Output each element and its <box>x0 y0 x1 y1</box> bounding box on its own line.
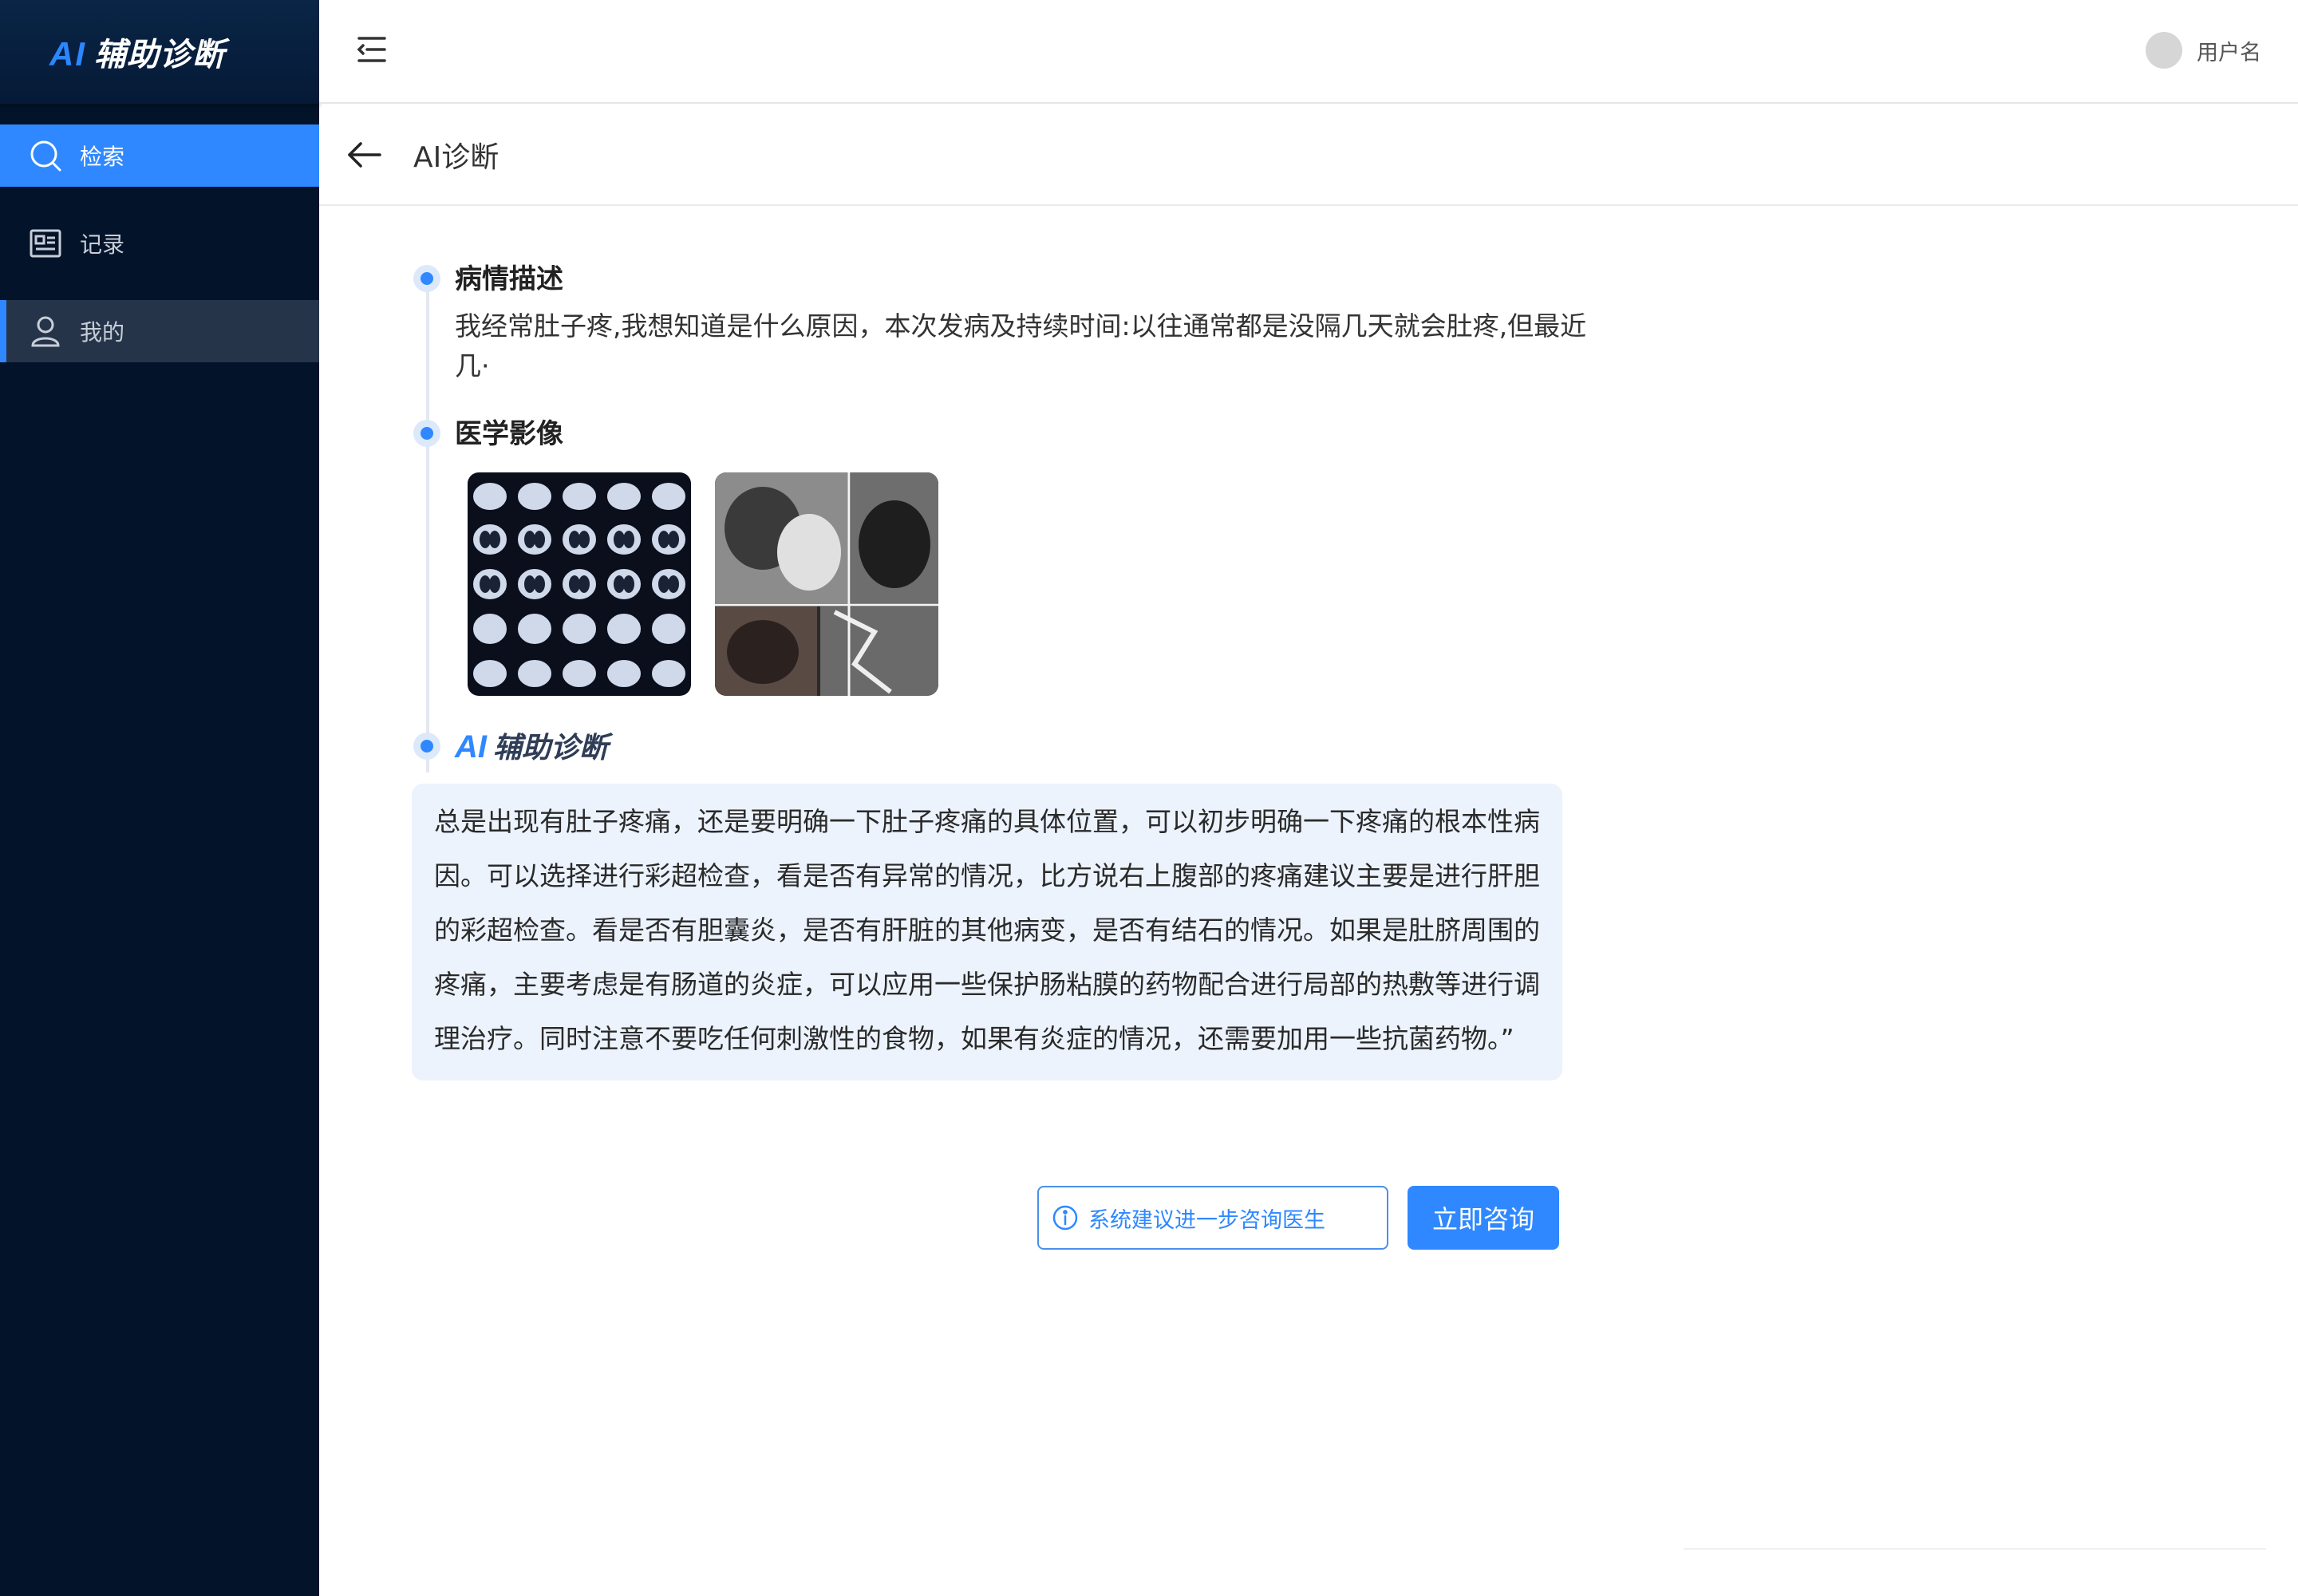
ai-title-ai: AI <box>455 729 487 764</box>
ai-answer-text: 总是出现有肚子疼痛，还是要明确一下肚子疼痛的具体位置，可以初步明确一下疼痛的根本… <box>412 784 1562 1080</box>
description-title: 病情描述 <box>455 263 563 295</box>
consult-hint-text: 系统建议进一步咨询医生 <box>1088 1207 1325 1233</box>
ai-diagnosis-title: AI 辅助诊断 <box>455 723 1564 772</box>
sidebar-item-label: 检索 <box>80 144 125 170</box>
logo-title-text: 辅助诊断 <box>94 37 225 73</box>
page-titlebar: AI诊断 <box>319 105 2298 206</box>
top-header: 用户名 <box>319 0 2298 104</box>
action-bar: 系统建议进一步咨询医生 立即咨询 <box>1037 1186 1559 1250</box>
sidebar-item-records[interactable]: 记录 <box>0 212 319 275</box>
search-icon <box>27 137 64 174</box>
sidebar-item-label: 我的 <box>80 319 125 346</box>
page-title: AI诊断 <box>413 141 499 174</box>
timeline-dot <box>413 420 440 447</box>
description-section: 病情描述 我经常肚子疼,我想知道是什么原因，本次发病及持续时间:以往通常都是没隔… <box>412 255 1586 386</box>
ct-scan-image[interactable] <box>468 472 691 696</box>
ai-title-text: 辅助诊断 <box>493 732 609 764</box>
description-text: 我经常肚子疼,我想知道是什么原因，本次发病及持续时间:以往通常都是没隔几天就会肚… <box>455 310 1587 381</box>
timeline-dot <box>413 733 440 760</box>
images-title: 医学影像 <box>455 418 563 450</box>
back-arrow-icon[interactable] <box>345 136 383 174</box>
sidebar-item-label: 记录 <box>80 231 125 258</box>
user-menu[interactable]: 用户名 <box>2146 32 2261 69</box>
brand-header: AI 辅助诊断 <box>0 0 319 104</box>
images-section: 医学影像 <box>412 410 1564 696</box>
username-label: 用户名 <box>2197 40 2261 65</box>
avatar <box>2146 32 2182 69</box>
app-logo: AI 辅助诊断 <box>49 29 225 75</box>
diagnosis-content: 病情描述 我经常肚子疼,我想知道是什么原因，本次发病及持续时间:以往通常都是没隔… <box>412 255 1586 1080</box>
timeline-dot <box>413 265 440 292</box>
record-icon <box>27 225 64 262</box>
user-icon <box>27 313 64 350</box>
mri-scan-image[interactable] <box>715 472 938 696</box>
sidebar-nav: 检索 记录 我的 <box>0 124 319 362</box>
info-icon <box>1052 1205 1078 1231</box>
sidebar: AI 辅助诊断 检索 记录 我的 <box>0 0 319 1596</box>
image-gallery <box>468 472 1564 696</box>
divider <box>1684 1548 2266 1550</box>
consult-hint: 系统建议进一步咨询医生 <box>1037 1186 1388 1250</box>
sidebar-item-mine[interactable]: 我的 <box>0 300 319 362</box>
ai-diagnosis-section: AI 辅助诊断 <box>412 723 1564 772</box>
sidebar-item-search[interactable]: 检索 <box>0 124 319 187</box>
logo-ai-text: AI <box>49 35 86 73</box>
consult-now-button[interactable]: 立即咨询 <box>1408 1186 1559 1250</box>
menu-collapse-icon[interactable] <box>354 32 389 67</box>
